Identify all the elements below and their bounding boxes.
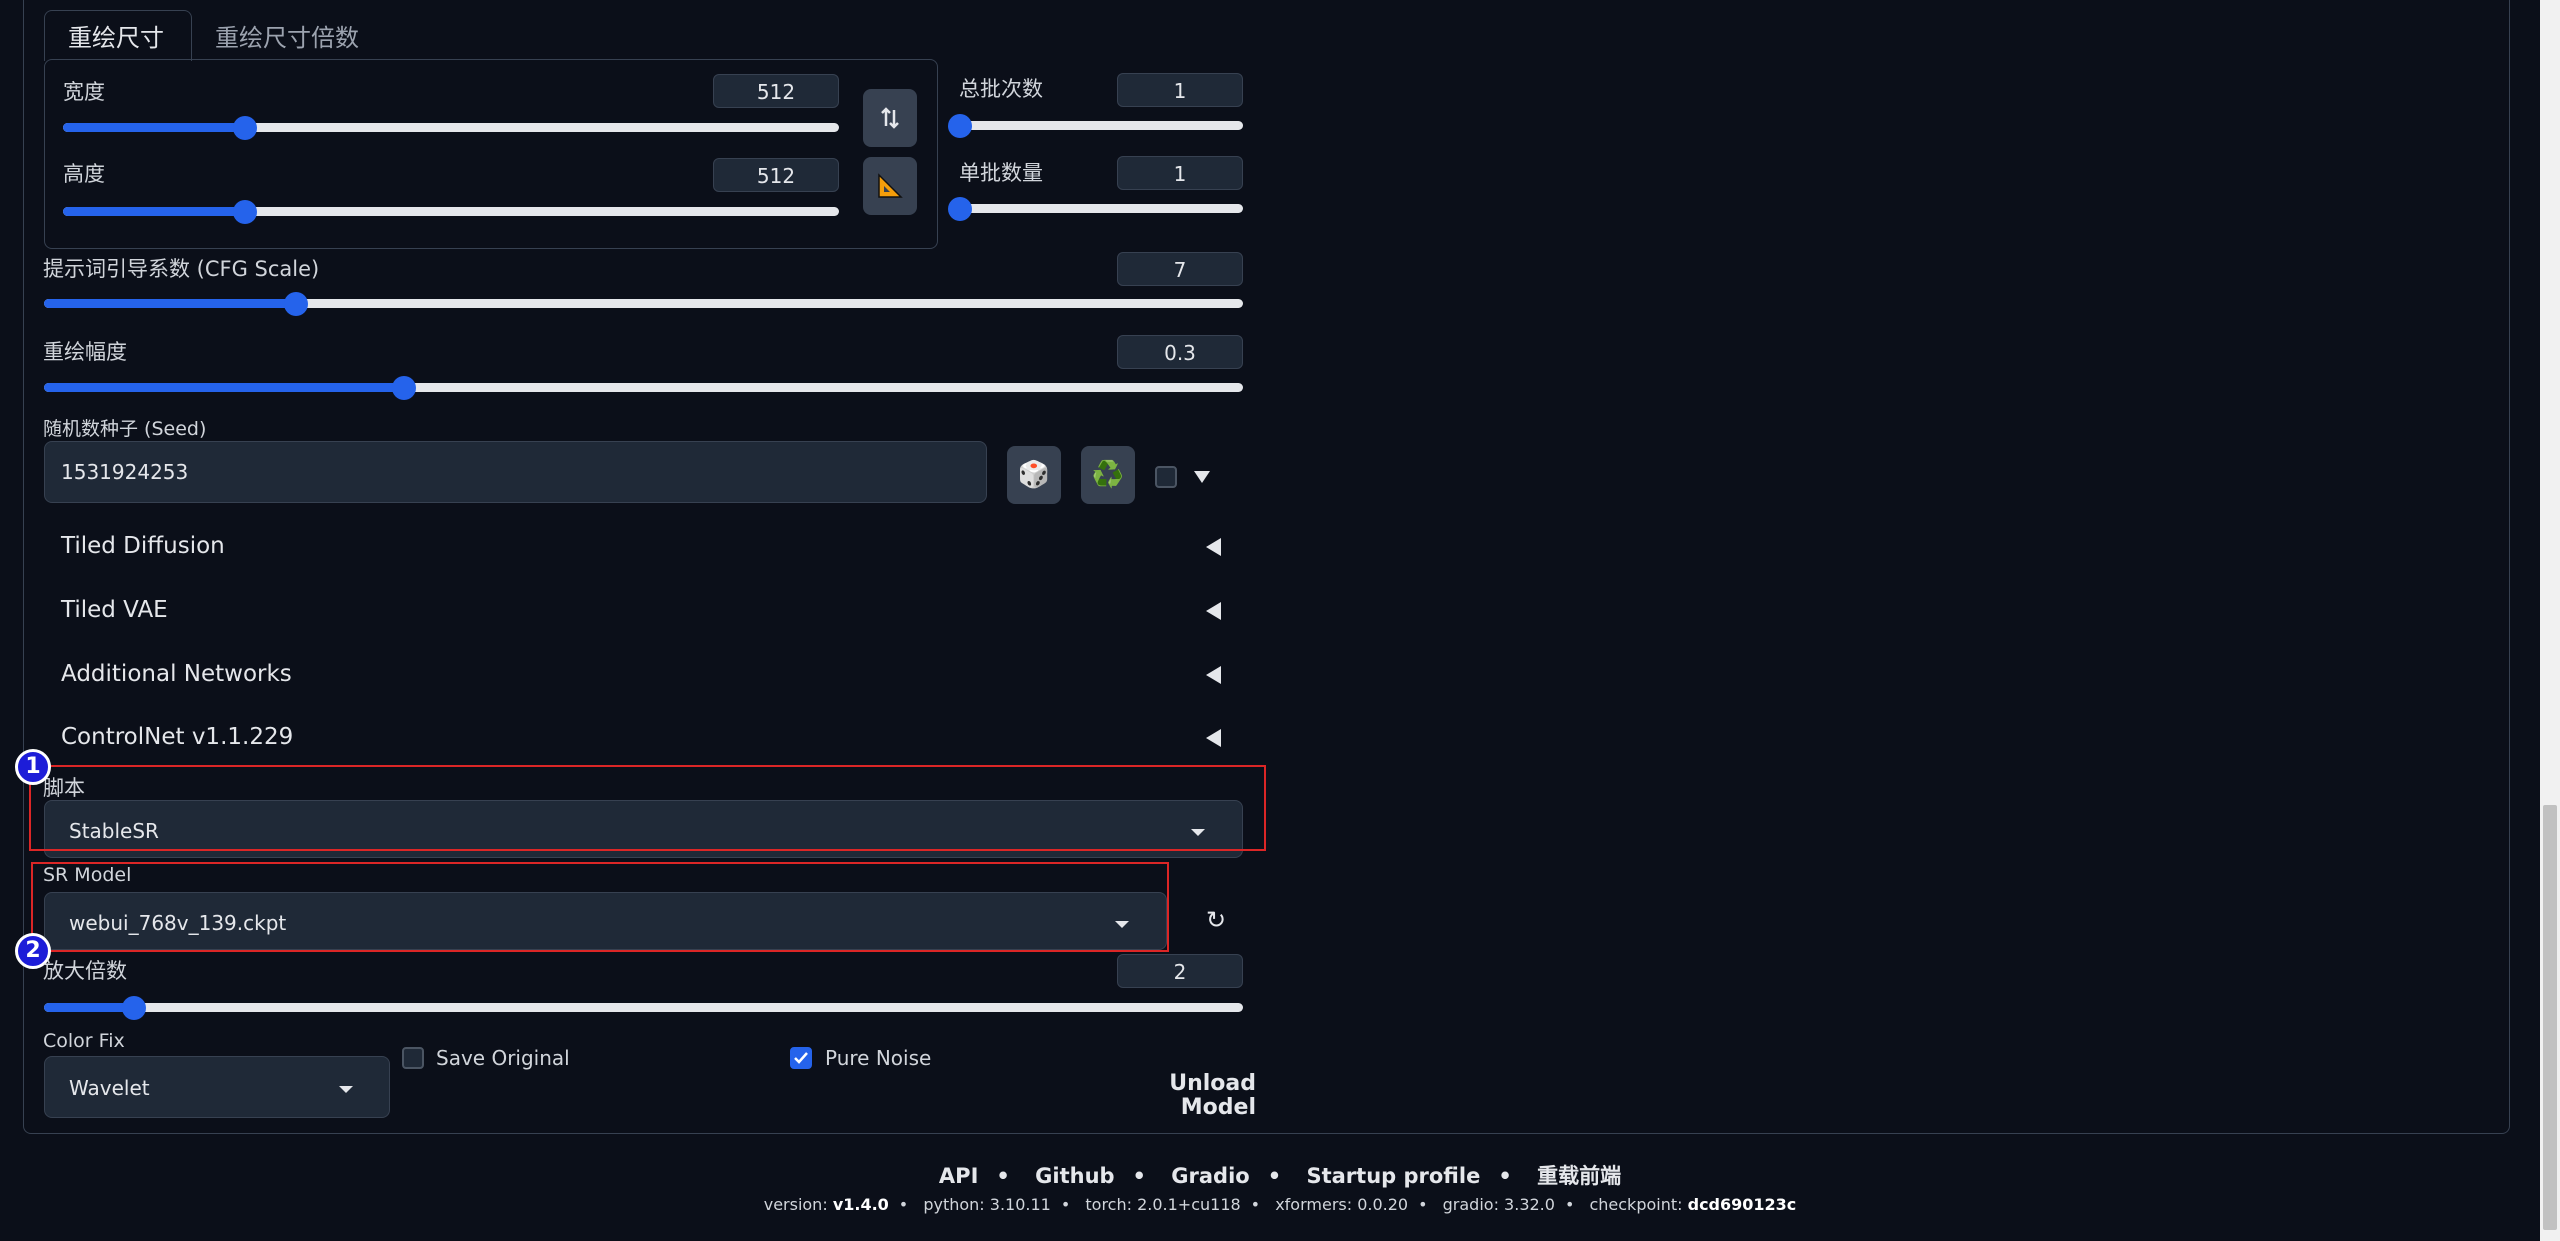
denoising-strength-slider-thumb[interactable] — [391, 376, 416, 400]
python-version: python: 3.10.11 — [923, 1195, 1051, 1214]
version-label: version: — [763, 1195, 828, 1214]
width-slider[interactable] — [63, 123, 839, 132]
cfg-scale-slider-thumb[interactable] — [283, 292, 308, 316]
save-original-label: Save Original — [436, 1046, 570, 1070]
swap-dimensions-button[interactable] — [863, 89, 917, 147]
chevron-down-icon — [339, 1086, 353, 1093]
highlight-box-1 — [29, 765, 1266, 851]
extra-seed-checkbox[interactable] — [1155, 466, 1177, 488]
collapse-arrow-icon[interactable] — [1206, 602, 1221, 620]
annotation-badge-1: 1 — [15, 749, 51, 785]
pure-noise-checkbox[interactable] — [790, 1047, 812, 1069]
batch-count-input[interactable]: 1 — [1117, 73, 1243, 107]
extra-seed-expand-icon[interactable] — [1194, 471, 1210, 483]
footer-link-reload-ui[interactable]: 重载前端 — [1537, 1164, 1621, 1188]
upscale-factor-slider[interactable] — [44, 1003, 1243, 1012]
batch-count-slider-thumb[interactable] — [948, 114, 972, 138]
save-original-checkbox[interactable] — [402, 1047, 424, 1069]
recycle-icon: ♻️ — [1091, 460, 1125, 490]
unload-model-line1: Unload — [1169, 1071, 1256, 1096]
collapse-arrow-icon[interactable] — [1206, 666, 1221, 684]
upscale-factor-label: 放大倍数 — [43, 959, 127, 983]
footer-link-gradio[interactable]: Gradio — [1171, 1164, 1249, 1188]
gradio-version: gradio: 3.32.0 — [1442, 1195, 1555, 1214]
page-scrollbar-thumb[interactable] — [2543, 805, 2557, 1230]
cfg-scale-input[interactable]: 7 — [1117, 252, 1243, 286]
seed-label: 随机数种子 (Seed) — [43, 418, 207, 440]
height-slider[interactable] — [63, 207, 839, 216]
upscale-factor-slider-thumb[interactable] — [121, 996, 146, 1020]
ruler-triangle-icon — [878, 173, 903, 198]
batch-size-slider[interactable] — [960, 204, 1243, 213]
footer-link-github[interactable]: Github — [1035, 1164, 1114, 1188]
footer-link-startup-profile[interactable]: Startup profile — [1306, 1164, 1480, 1188]
version-value: v1.4.0 — [832, 1195, 889, 1214]
xformers-version: xformers: 0.0.20 — [1275, 1195, 1409, 1214]
collapse-arrow-icon[interactable] — [1206, 538, 1221, 556]
unload-model-line2: Model — [1180, 1095, 1256, 1120]
batch-count-slider[interactable] — [960, 121, 1243, 130]
upscale-factor-input[interactable]: 2 — [1117, 954, 1243, 988]
height-input[interactable]: 512 — [713, 158, 839, 192]
accordion-tiled-diffusion[interactable]: Tiled Diffusion — [61, 533, 225, 559]
checkpoint-value: dcd690123c — [1687, 1195, 1797, 1214]
refresh-icon: ↻ — [1205, 906, 1227, 934]
color-fix-dropdown[interactable]: Wavelet — [44, 1056, 390, 1118]
version-info: version: v1.4.0 • python: 3.10.11 • torch:… — [763, 1195, 1797, 1214]
dice-icon: 🎲 — [1017, 460, 1051, 490]
random-seed-button[interactable]: 🎲 — [1007, 446, 1061, 504]
collapse-arrow-icon[interactable] — [1206, 729, 1221, 747]
pure-noise-label: Pure Noise — [825, 1046, 932, 1070]
denoising-strength-input[interactable]: 0.3 — [1117, 335, 1243, 369]
checkpoint-label: checkpoint: — [1589, 1195, 1683, 1214]
color-fix-value: Wavelet — [69, 1076, 150, 1100]
accordion-tiled-vae[interactable]: Tiled VAE — [61, 597, 168, 623]
seed-value: 1531924253 — [61, 460, 189, 484]
accordion-controlnet[interactable]: ControlNet v1.1.229 — [61, 724, 293, 750]
seed-input[interactable]: 1531924253 — [44, 441, 987, 503]
batch-size-slider-thumb[interactable] — [948, 197, 972, 221]
cfg-scale-label: 提示词引导系数 (CFG Scale) — [43, 257, 320, 281]
tab-resize-to-label: 重绘尺寸 — [68, 24, 164, 52]
batch-size-label: 单批数量 — [959, 161, 1043, 185]
batch-size-input[interactable]: 1 — [1117, 156, 1243, 190]
detect-size-button[interactable] — [863, 157, 917, 215]
color-fix-label: Color Fix — [43, 1030, 125, 1052]
refresh-models-button[interactable]: ↻ — [1200, 906, 1232, 938]
width-input[interactable]: 512 — [713, 74, 839, 108]
batch-count-label: 总批次数 — [959, 77, 1043, 101]
cfg-scale-slider[interactable] — [44, 299, 1243, 308]
footer-links: API • Github • Gradio • Startup profile • 重载… — [938, 1164, 1622, 1188]
tab-resize-by[interactable]: 重绘尺寸倍数 — [215, 18, 359, 53]
swap-icon — [881, 107, 899, 129]
check-icon — [794, 1052, 808, 1064]
highlight-box-2 — [31, 862, 1169, 952]
torch-version: torch: 2.0.1+cu118 — [1085, 1195, 1241, 1214]
width-label: 宽度 — [63, 80, 105, 104]
denoising-strength-slider[interactable] — [44, 383, 1243, 392]
accordion-additional-networks[interactable]: Additional Networks — [61, 661, 292, 687]
unload-model-button[interactable]: Unload Model — [1160, 1072, 1256, 1120]
height-label: 高度 — [63, 162, 105, 186]
footer-link-api[interactable]: API — [939, 1164, 978, 1188]
denoising-strength-label: 重绘幅度 — [43, 340, 127, 364]
reuse-seed-button[interactable]: ♻️ — [1081, 446, 1135, 504]
